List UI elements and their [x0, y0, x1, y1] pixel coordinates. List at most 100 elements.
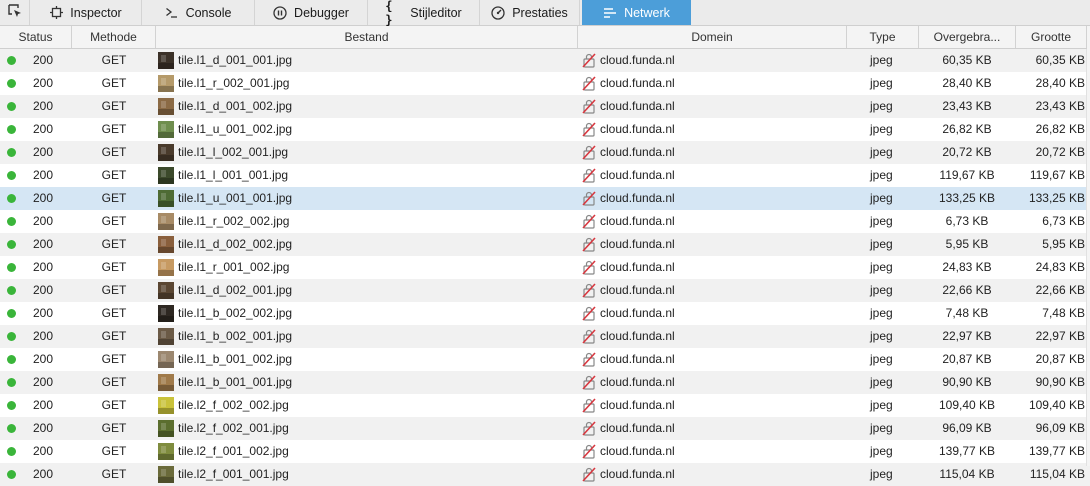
- image-thumbnail: [158, 282, 174, 299]
- request-domain: cloud.funda.nl: [600, 421, 675, 435]
- request-domain: cloud.funda.nl: [600, 444, 675, 458]
- insecure-connection-icon: [582, 145, 596, 160]
- tab-debugger[interactable]: Debugger: [255, 0, 368, 25]
- column-header-domain[interactable]: Domein: [578, 26, 847, 48]
- request-row[interactable]: 200 GET tile.l1_b_001_001.jpg cloud.fund…: [0, 371, 1090, 394]
- status-ok-dot: [7, 56, 16, 65]
- insecure-connection-icon: [582, 283, 596, 298]
- request-type: jpeg: [870, 76, 893, 90]
- request-type: jpeg: [870, 237, 893, 251]
- tab-style-editor[interactable]: { } Stijleditor: [368, 0, 480, 27]
- column-header-size[interactable]: Grootte: [1016, 26, 1087, 48]
- request-file: tile.l1_u_001_002.jpg: [178, 122, 293, 136]
- request-type: jpeg: [870, 306, 893, 320]
- request-size: 20,87 KB: [1035, 352, 1085, 366]
- request-transferred: 5,95 KB: [945, 237, 989, 251]
- request-row[interactable]: 200 GET tile.l1_d_002_001.jpg cloud.fund…: [0, 279, 1090, 302]
- request-row[interactable]: 200 GET tile.l1_r_001_002.jpg cloud.fund…: [0, 256, 1090, 279]
- request-status: 200: [32, 145, 54, 159]
- request-row[interactable]: 200 GET tile.l1_l_001_001.jpg cloud.fund…: [0, 164, 1090, 187]
- request-status: 200: [32, 398, 54, 412]
- request-status: 200: [32, 329, 54, 343]
- request-row[interactable]: 200 GET tile.l2_f_001_001.jpg cloud.fund…: [0, 463, 1090, 486]
- request-type: jpeg: [870, 99, 893, 113]
- request-type: jpeg: [870, 283, 893, 297]
- request-size: 26,82 KB: [1035, 122, 1085, 136]
- status-ok-dot: [7, 263, 16, 272]
- request-domain: cloud.funda.nl: [600, 306, 675, 320]
- request-row[interactable]: 200 GET tile.l1_d_001_002.jpg cloud.fund…: [0, 95, 1090, 118]
- image-thumbnail: [158, 144, 174, 161]
- insecure-connection-icon: [582, 76, 596, 91]
- column-header-transferred[interactable]: Overgebra...: [919, 26, 1016, 48]
- request-method: GET: [101, 53, 127, 67]
- request-file: tile.l1_d_001_002.jpg: [178, 99, 293, 113]
- request-size: 90,90 KB: [1035, 375, 1085, 389]
- request-status: 200: [32, 122, 54, 136]
- request-transferred: 20,72 KB: [942, 145, 992, 159]
- request-row[interactable]: 200 GET tile.l1_d_001_001.jpg cloud.fund…: [0, 49, 1090, 72]
- request-method: GET: [101, 283, 127, 297]
- element-picker-icon: [7, 4, 22, 21]
- request-file: tile.l1_b_001_002.jpg: [178, 352, 293, 366]
- request-domain: cloud.funda.nl: [600, 467, 675, 481]
- request-status: 200: [32, 53, 54, 67]
- image-thumbnail: [158, 52, 174, 69]
- request-row[interactable]: 200 GET tile.l2_f_002_001.jpg cloud.fund…: [0, 417, 1090, 440]
- request-row[interactable]: 200 GET tile.l1_b_001_002.jpg cloud.fund…: [0, 348, 1090, 371]
- debugger-icon: [273, 5, 287, 20]
- toolbar-filler: [691, 0, 1090, 25]
- column-header-type[interactable]: Type: [847, 26, 919, 48]
- request-row[interactable]: 200 GET tile.l2_f_001_002.jpg cloud.fund…: [0, 440, 1090, 463]
- request-size: 23,43 KB: [1035, 99, 1085, 113]
- request-file: tile.l2_f_002_002.jpg: [178, 398, 289, 412]
- request-row[interactable]: 200 GET tile.l1_r_002_002.jpg cloud.fund…: [0, 210, 1090, 233]
- request-size: 133,25 KB: [1028, 191, 1085, 205]
- tab-label: Prestaties: [512, 5, 568, 20]
- tab-label: Netwerk: [624, 5, 670, 20]
- column-header-method[interactable]: Methode: [72, 26, 156, 48]
- request-file: tile.l1_b_002_002.jpg: [178, 306, 293, 320]
- request-status: 200: [32, 352, 54, 366]
- image-thumbnail: [158, 328, 174, 345]
- tab-console[interactable]: Console: [142, 0, 255, 25]
- request-size: 28,40 KB: [1035, 76, 1085, 90]
- status-ok-dot: [7, 102, 16, 111]
- request-row[interactable]: 200 GET tile.l1_b_002_002.jpg cloud.fund…: [0, 302, 1090, 325]
- request-row[interactable]: 200 GET tile.l1_b_002_001.jpg cloud.fund…: [0, 325, 1090, 348]
- status-ok-dot: [7, 470, 16, 479]
- request-row[interactable]: 200 GET tile.l1_u_001_002.jpg cloud.fund…: [0, 118, 1090, 141]
- request-row[interactable]: 200 GET tile.l2_f_002_002.jpg cloud.fund…: [0, 394, 1090, 417]
- request-row[interactable]: 200 GET tile.l1_l_002_001.jpg cloud.fund…: [0, 141, 1090, 164]
- image-thumbnail: [158, 397, 174, 414]
- request-method: GET: [101, 306, 127, 320]
- tab-inspector[interactable]: Inspector: [30, 0, 142, 25]
- request-row[interactable]: 200 GET tile.l1_u_001_001.jpg cloud.fund…: [0, 187, 1090, 210]
- request-transferred: 22,97 KB: [942, 329, 992, 343]
- request-method: GET: [101, 214, 127, 228]
- column-header-status[interactable]: Status: [0, 26, 72, 48]
- request-file: tile.l1_r_002_001.jpg: [178, 76, 290, 90]
- request-size: 60,35 KB: [1035, 53, 1085, 67]
- request-transferred: 109,40 KB: [938, 398, 996, 412]
- status-ok-dot: [7, 125, 16, 134]
- image-thumbnail: [158, 98, 174, 115]
- request-type: jpeg: [870, 214, 893, 228]
- request-transferred: 26,82 KB: [942, 122, 992, 136]
- request-table-header: Status Methode Bestand Domein Type Overg…: [0, 26, 1090, 49]
- request-method: GET: [101, 260, 127, 274]
- tab-performance[interactable]: Prestaties: [480, 0, 580, 25]
- request-transferred: 119,67 KB: [939, 168, 995, 182]
- request-type: jpeg: [870, 444, 893, 458]
- request-status: 200: [32, 237, 54, 251]
- tab-label: Console: [185, 5, 232, 20]
- request-row[interactable]: 200 GET tile.l1_d_002_002.jpg cloud.fund…: [0, 233, 1090, 256]
- status-ok-dot: [7, 447, 16, 456]
- element-picker-button[interactable]: [0, 0, 30, 25]
- column-header-file[interactable]: Bestand: [156, 26, 578, 48]
- request-size: 24,83 KB: [1035, 260, 1085, 274]
- tab-network[interactable]: Netwerk: [582, 0, 691, 25]
- request-row[interactable]: 200 GET tile.l1_r_002_001.jpg cloud.fund…: [0, 72, 1090, 95]
- request-method: GET: [101, 398, 127, 412]
- request-method: GET: [101, 145, 127, 159]
